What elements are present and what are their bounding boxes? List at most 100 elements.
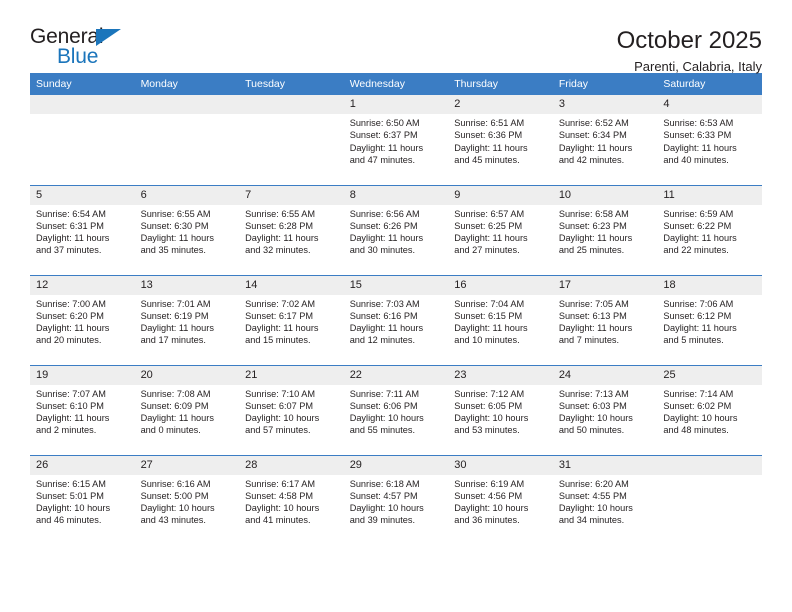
day-number-blank	[657, 455, 762, 475]
daylight-2-text: and 53 minutes.	[454, 425, 520, 436]
calendar-day-cell[interactable]: 18 Sunrise: 7:06 AM Sunset: 6:12 PM Dayligh…	[657, 274, 762, 365]
daylight-1-text: Daylight: 10 hours	[454, 503, 529, 514]
sunrise-text: Sunrise: 6:54 AM	[36, 208, 106, 219]
day-number: 24	[552, 365, 658, 385]
daylight-1-text: Daylight: 11 hours	[245, 233, 319, 244]
daylight-1-text: Daylight: 11 hours	[663, 323, 737, 334]
daylight-1-text: Daylight: 11 hours	[558, 233, 633, 244]
day-number: 26	[30, 455, 135, 475]
calendar-day-cell[interactable]: 5 Sunrise: 6:54 AM Sunset: 6:31 PM Daylight…	[30, 184, 135, 275]
day-number: 23	[448, 365, 553, 385]
calendar-body: 1 Sunrise: 6:50 AM Sunset: 6:37 PM Daylight…	[30, 95, 762, 545]
sun-info: Sunrise: 7:03 AM Sunset: 6:16 PM Daylight:…	[344, 295, 449, 347]
day-number: 28	[239, 455, 344, 475]
calendar-day-cell[interactable]: 19 Sunrise: 7:07 AM Sunset: 6:10 PM Dayligh…	[30, 364, 135, 455]
day-number: 31	[552, 455, 658, 475]
calendar-day-cell[interactable]: 17 Sunrise: 7:05 AM Sunset: 6:13 PM Dayligh…	[552, 274, 658, 365]
sun-info: Sunrise: 7:07 AM Sunset: 6:10 PM Daylight:…	[30, 385, 135, 437]
sun-info: Sunrise: 6:19 AM Sunset: 4:56 PM Daylight:…	[448, 475, 553, 527]
calendar-cell-inner: 1 Sunrise: 6:50 AM Sunset: 6:37 PM Daylight…	[343, 95, 449, 183]
calendar-cell-inner: 5 Sunrise: 6:54 AM Sunset: 6:31 PM Daylight…	[30, 185, 135, 274]
sun-info: Sunrise: 7:04 AM Sunset: 6:15 PM Daylight:…	[448, 295, 553, 347]
sun-info: Sunrise: 6:51 AM Sunset: 6:36 PM Daylight:…	[448, 114, 553, 166]
calendar-day-cell[interactable]: 14 Sunrise: 7:02 AM Sunset: 6:17 PM Dayligh…	[239, 274, 344, 365]
calendar-day-cell[interactable]: 9 Sunrise: 6:57 AM Sunset: 6:25 PM Daylight…	[448, 184, 553, 275]
sunset-text: Sunset: 6:20 PM	[36, 310, 104, 321]
day-number: 18	[657, 275, 762, 295]
daylight-1-text: Daylight: 11 hours	[140, 323, 214, 334]
sun-info: Sunrise: 6:17 AM Sunset: 4:58 PM Daylight:…	[239, 475, 344, 527]
sunrise-text: Sunrise: 6:53 AM	[663, 118, 734, 128]
day-of-week-header-row: Sunday Monday Tuesday Wednesday Thursday…	[30, 73, 762, 95]
sunrise-text: Sunrise: 6:20 AM	[558, 478, 629, 489]
calendar-cell-inner: 13 Sunrise: 7:01 AM Sunset: 6:19 PM Dayligh…	[134, 275, 240, 364]
calendar-day-cell[interactable]: 6 Sunrise: 6:55 AM Sunset: 6:30 PM Daylight…	[134, 184, 240, 275]
sunrise-text: Sunrise: 6:52 AM	[558, 118, 629, 128]
sunrise-text: Sunrise: 6:58 AM	[558, 208, 629, 219]
calendar-day-cell[interactable]: 31 Sunrise: 6:20 AM Sunset: 4:55 PM Dayligh…	[552, 454, 658, 545]
daylight-2-text: and 50 minutes.	[558, 425, 625, 436]
sun-info: Sunrise: 7:10 AM Sunset: 6:07 PM Daylight:…	[239, 385, 344, 437]
sun-info: Sunrise: 6:15 AM Sunset: 5:01 PM Daylight:…	[30, 475, 135, 527]
sunset-text: Sunset: 6:15 PM	[454, 310, 523, 321]
sunrise-text: Sunrise: 7:00 AM	[36, 298, 106, 309]
sun-info: Sunrise: 7:06 AM Sunset: 6:12 PM Daylight:…	[657, 295, 762, 347]
sun-info: Sunrise: 6:18 AM Sunset: 4:57 PM Daylight:…	[344, 475, 449, 527]
calendar-day-cell[interactable]: 29 Sunrise: 6:18 AM Sunset: 4:57 PM Dayligh…	[343, 454, 449, 545]
calendar-day-cell[interactable]: 26 Sunrise: 6:15 AM Sunset: 5:01 PM Dayligh…	[30, 454, 135, 545]
general-blue-logo[interactable]: General Blue	[30, 26, 150, 74]
calendar-day-cell[interactable]: 2 Sunrise: 6:51 AM Sunset: 6:36 PM Daylight…	[448, 95, 553, 185]
day-header-wednesday: Wednesday	[343, 73, 449, 95]
calendar-day-cell[interactable]: 28 Sunrise: 6:17 AM Sunset: 4:58 PM Dayligh…	[239, 454, 344, 545]
daylight-2-text: and 36 minutes.	[454, 515, 520, 526]
calendar-day-cell[interactable]: 1 Sunrise: 6:50 AM Sunset: 6:37 PM Daylight…	[343, 95, 449, 185]
calendar-day-cell[interactable]: 10 Sunrise: 6:58 AM Sunset: 6:23 PM Dayligh…	[552, 184, 658, 275]
sunset-text: Sunset: 4:55 PM	[558, 490, 627, 501]
sun-info: Sunrise: 6:50 AM Sunset: 6:37 PM Daylight:…	[344, 114, 449, 166]
daylight-2-text: and 5 minutes.	[663, 335, 724, 346]
daylight-2-text: and 0 minutes.	[140, 425, 201, 436]
calendar-day-cell[interactable]: 21 Sunrise: 7:10 AM Sunset: 6:07 PM Dayligh…	[239, 364, 344, 455]
daylight-2-text: and 10 minutes.	[454, 335, 520, 346]
day-number: 10	[552, 185, 658, 205]
day-number: 30	[448, 455, 553, 475]
calendar-cell-inner	[30, 95, 135, 183]
calendar-cell-empty	[239, 95, 344, 185]
sunset-text: Sunset: 6:34 PM	[558, 130, 627, 141]
calendar-day-cell[interactable]: 13 Sunrise: 7:01 AM Sunset: 6:19 PM Dayligh…	[134, 274, 240, 365]
sunrise-text: Sunrise: 6:55 AM	[245, 208, 316, 219]
calendar-day-cell[interactable]: 27 Sunrise: 6:16 AM Sunset: 5:00 PM Dayligh…	[134, 454, 240, 545]
calendar-day-cell[interactable]: 11 Sunrise: 6:59 AM Sunset: 6:22 PM Dayligh…	[657, 184, 762, 275]
calendar-day-cell[interactable]: 3 Sunrise: 6:52 AM Sunset: 6:34 PM Daylight…	[552, 95, 658, 185]
sun-info: Sunrise: 7:05 AM Sunset: 6:13 PM Daylight:…	[553, 295, 658, 347]
calendar-cell-inner: 23 Sunrise: 7:12 AM Sunset: 6:05 PM Dayligh…	[448, 365, 553, 454]
calendar-cell-inner: 22 Sunrise: 7:11 AM Sunset: 6:06 PM Dayligh…	[343, 365, 449, 454]
day-header-thursday: Thursday	[448, 73, 553, 95]
daylight-1-text: Daylight: 10 hours	[140, 503, 215, 514]
calendar-day-cell[interactable]: 22 Sunrise: 7:11 AM Sunset: 6:06 PM Dayligh…	[343, 364, 449, 455]
calendar-day-cell[interactable]: 12 Sunrise: 7:00 AM Sunset: 6:20 PM Dayligh…	[30, 274, 135, 365]
calendar-cell-inner: 6 Sunrise: 6:55 AM Sunset: 6:30 PM Daylight…	[134, 185, 240, 274]
calendar-day-cell[interactable]: 7 Sunrise: 6:55 AM Sunset: 6:28 PM Daylight…	[239, 184, 344, 275]
calendar-day-cell[interactable]: 15 Sunrise: 7:03 AM Sunset: 6:16 PM Dayligh…	[343, 274, 449, 365]
calendar-day-cell[interactable]: 24 Sunrise: 7:13 AM Sunset: 6:03 PM Dayligh…	[552, 364, 658, 455]
sunrise-text: Sunrise: 7:11 AM	[349, 388, 419, 399]
sunset-text: Sunset: 6:36 PM	[454, 130, 523, 141]
calendar-day-cell[interactable]: 4 Sunrise: 6:53 AM Sunset: 6:33 PM Daylight…	[657, 95, 762, 185]
calendar-cell-inner: 7 Sunrise: 6:55 AM Sunset: 6:28 PM Daylight…	[239, 185, 344, 274]
sunset-text: Sunset: 6:33 PM	[663, 130, 732, 141]
daylight-1-text: Daylight: 11 hours	[558, 142, 633, 153]
sunrise-text: Sunrise: 6:55 AM	[140, 208, 211, 219]
calendar-day-cell[interactable]: 23 Sunrise: 7:12 AM Sunset: 6:05 PM Dayligh…	[448, 364, 553, 455]
calendar-day-cell[interactable]: 20 Sunrise: 7:08 AM Sunset: 6:09 PM Dayligh…	[134, 364, 240, 455]
sun-info: Sunrise: 7:00 AM Sunset: 6:20 PM Daylight:…	[30, 295, 135, 347]
daylight-1-text: Daylight: 11 hours	[558, 323, 633, 334]
calendar-day-cell[interactable]: 8 Sunrise: 6:56 AM Sunset: 6:26 PM Daylight…	[343, 184, 449, 275]
day-number: 3	[552, 95, 658, 114]
day-number: 5	[30, 185, 135, 205]
calendar-day-cell[interactable]: 30 Sunrise: 6:19 AM Sunset: 4:56 PM Dayligh…	[448, 454, 553, 545]
daylight-1-text: Daylight: 11 hours	[663, 142, 737, 153]
sun-info: Sunrise: 7:01 AM Sunset: 6:19 PM Daylight:…	[135, 295, 240, 347]
calendar-day-cell[interactable]: 25 Sunrise: 7:14 AM Sunset: 6:02 PM Dayligh…	[657, 364, 762, 455]
calendar-day-cell[interactable]: 16 Sunrise: 7:04 AM Sunset: 6:15 PM Dayligh…	[448, 274, 553, 365]
